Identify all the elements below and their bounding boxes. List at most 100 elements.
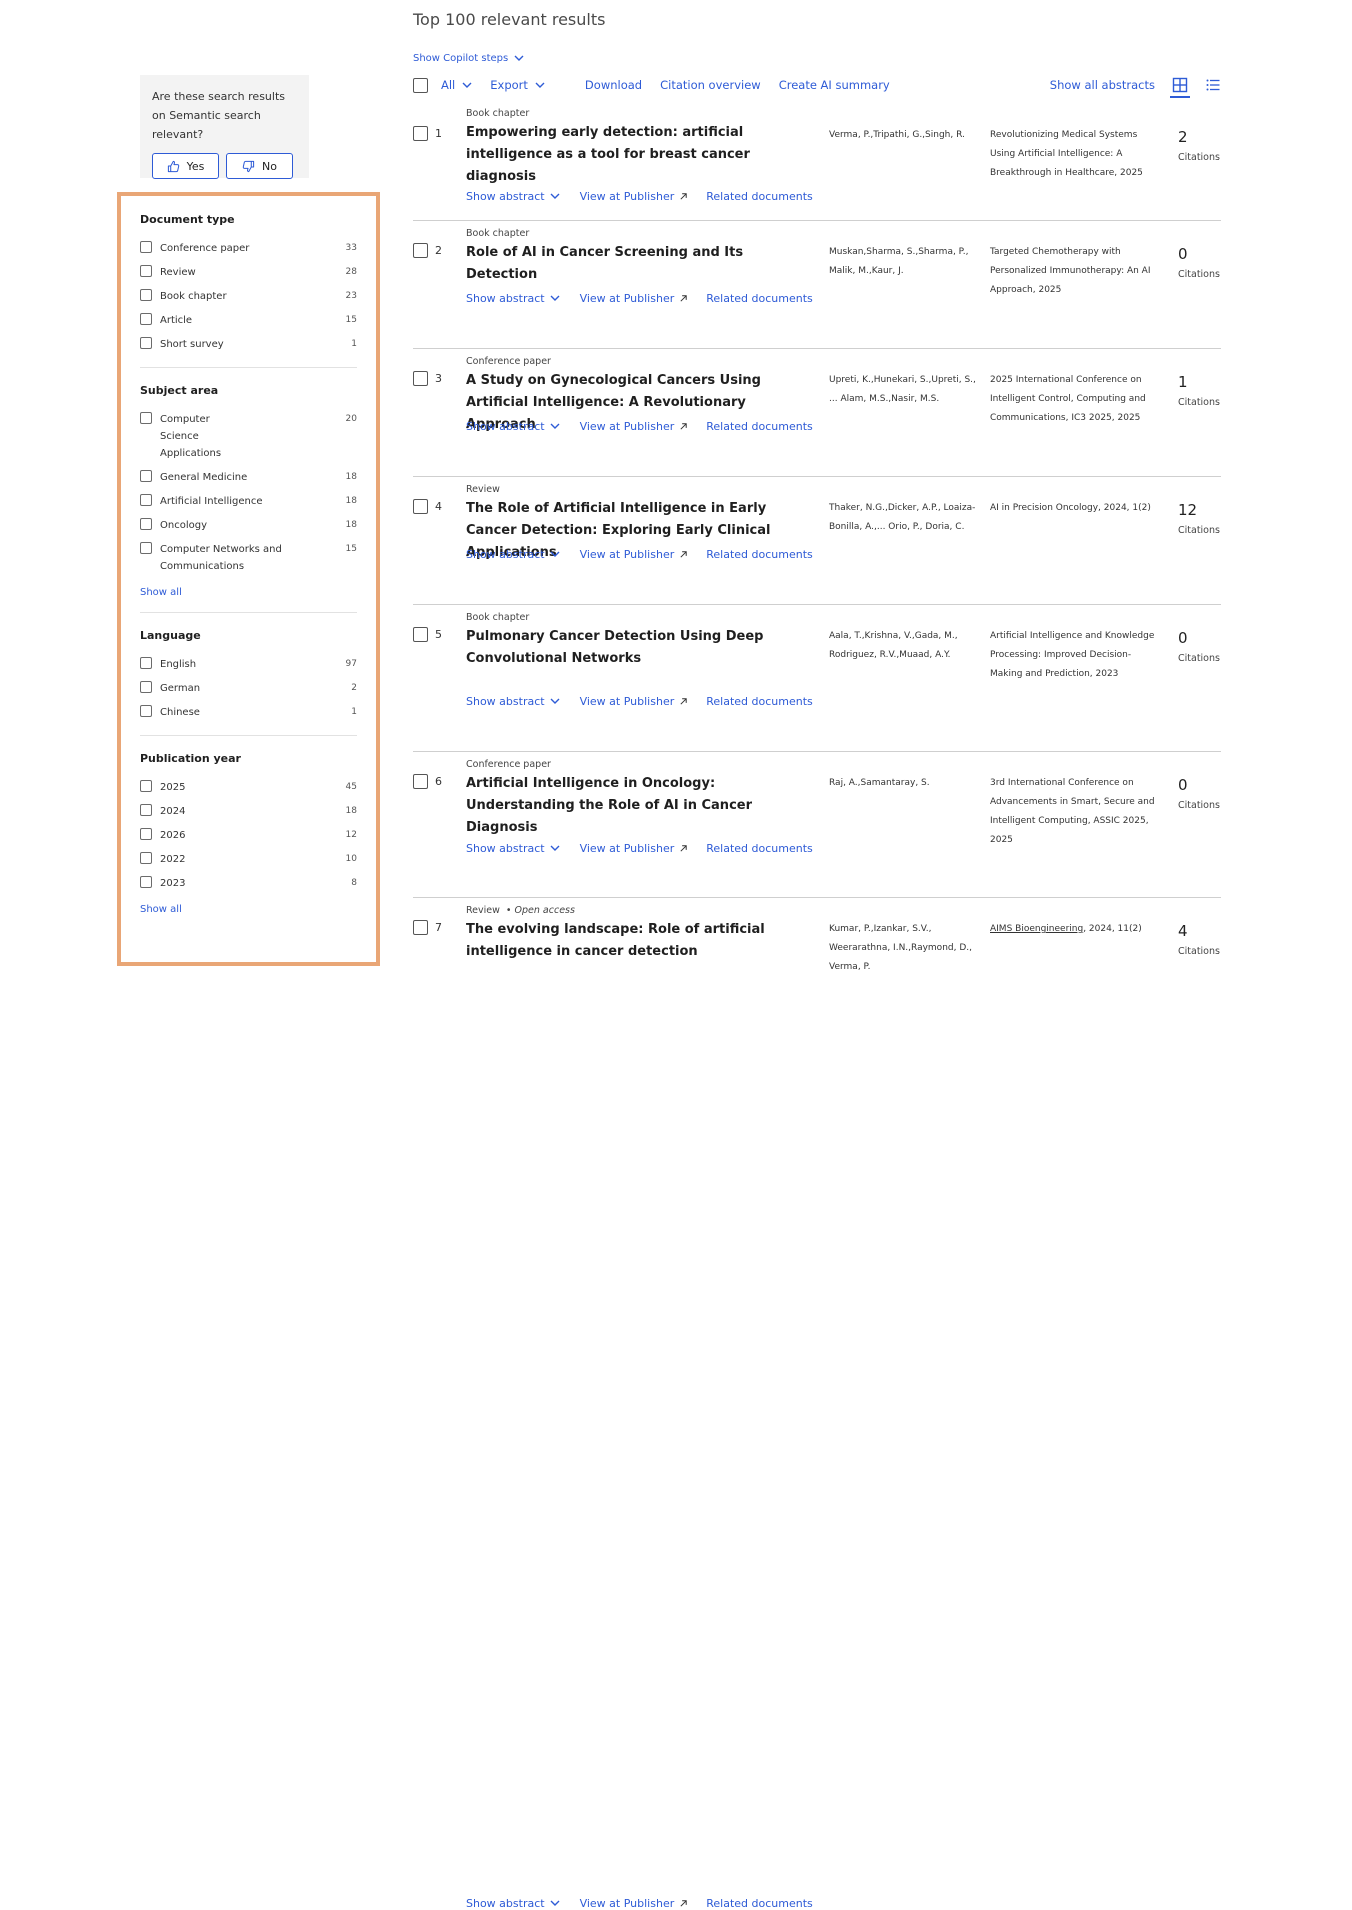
- result-checkbox[interactable]: [413, 126, 428, 141]
- show-abstract-toggle[interactable]: Show abstract: [466, 842, 560, 855]
- result-checkbox[interactable]: [413, 243, 428, 258]
- result-citations: 0 Citations: [1178, 776, 1220, 811]
- filter-checkbox[interactable]: [140, 780, 152, 792]
- related-documents-link[interactable]: Related documents: [706, 695, 813, 708]
- filter-checkbox[interactable]: [140, 494, 152, 506]
- result-authors[interactable]: Raj, A.,Samantaray, S.: [829, 774, 981, 793]
- result-title[interactable]: Empowering early detection: artificial i…: [466, 122, 811, 188]
- filter-section-language: Language English 97 German 2 Chinese 1: [140, 629, 357, 721]
- filter-option-count: 15: [345, 544, 357, 554]
- filter-checkbox[interactable]: [140, 852, 152, 864]
- result-checkbox[interactable]: [413, 920, 428, 935]
- filter-checkbox[interactable]: [140, 412, 152, 424]
- result-checkbox[interactable]: [413, 774, 428, 789]
- subject-area-show-all-link[interactable]: Show all: [140, 587, 357, 598]
- filter-checkbox[interactable]: [140, 681, 152, 693]
- select-all-label: All: [441, 78, 456, 92]
- result-checkbox[interactable]: [413, 627, 428, 642]
- filter-option[interactable]: Oncology 18: [140, 517, 357, 534]
- filter-checkbox[interactable]: [140, 804, 152, 816]
- show-copilot-steps-toggle[interactable]: Show Copilot steps: [413, 53, 524, 64]
- view-at-publisher-link[interactable]: View at Publisher: [580, 1897, 689, 1910]
- filter-option[interactable]: Computer Networks and Communications 15: [140, 541, 357, 575]
- filter-checkbox[interactable]: [140, 705, 152, 717]
- related-documents-link[interactable]: Related documents: [706, 548, 813, 561]
- filter-checkbox[interactable]: [140, 289, 152, 301]
- filter-option[interactable]: 2022 10: [140, 851, 357, 868]
- download-link[interactable]: Download: [585, 78, 642, 92]
- related-documents-link[interactable]: Related documents: [706, 842, 813, 855]
- filter-checkbox[interactable]: [140, 657, 152, 669]
- citation-overview-link[interactable]: Citation overview: [660, 78, 761, 92]
- show-abstract-toggle[interactable]: Show abstract: [466, 190, 560, 203]
- filter-option[interactable]: Short survey 1: [140, 336, 357, 353]
- filter-checkbox[interactable]: [140, 542, 152, 554]
- show-abstract-toggle[interactable]: Show abstract: [466, 292, 560, 305]
- filter-option[interactable]: Article 15: [140, 312, 357, 329]
- result-citations: 2 Citations: [1178, 128, 1220, 163]
- view-at-publisher-link[interactable]: View at Publisher: [580, 842, 689, 855]
- select-all-checkbox[interactable]: [413, 77, 428, 93]
- view-at-publisher-link[interactable]: View at Publisher: [580, 695, 689, 708]
- show-all-abstracts-link[interactable]: Show all abstracts: [1050, 78, 1155, 92]
- list-view-button[interactable]: [1205, 77, 1221, 93]
- related-documents-link[interactable]: Related documents: [706, 190, 813, 203]
- filter-option[interactable]: 2024 18: [140, 803, 357, 820]
- show-abstract-toggle[interactable]: Show abstract: [466, 548, 560, 561]
- publication-year-show-all-link[interactable]: Show all: [140, 904, 357, 915]
- show-abstract-toggle[interactable]: Show abstract: [466, 420, 560, 433]
- filter-option[interactable]: General Medicine 18: [140, 469, 357, 486]
- filter-option[interactable]: Computer Science Applications 20: [140, 411, 357, 462]
- view-at-publisher-link[interactable]: View at Publisher: [580, 420, 689, 433]
- result-checkbox[interactable]: [413, 499, 428, 514]
- filter-option[interactable]: 2026 12: [140, 827, 357, 844]
- filter-checkbox[interactable]: [140, 241, 152, 253]
- filter-option[interactable]: Artificial Intelligence 18: [140, 493, 357, 510]
- result-title[interactable]: Role of AI in Cancer Screening and Its D…: [466, 242, 811, 286]
- feedback-no-button[interactable]: No: [226, 153, 293, 179]
- result-title[interactable]: Pulmonary Cancer Detection Using Deep Co…: [466, 626, 811, 670]
- result-authors[interactable]: Aala, T.,Krishna, V.,Gada, M., Rodriguez…: [829, 627, 981, 665]
- result-title[interactable]: The evolving landscape: Role of artifici…: [466, 919, 811, 963]
- source-link[interactable]: AIMS Bioengineering: [990, 924, 1083, 934]
- filter-option[interactable]: Conference paper 33: [140, 240, 357, 257]
- view-at-publisher-link[interactable]: View at Publisher: [580, 548, 689, 561]
- related-documents-link[interactable]: Related documents: [706, 420, 813, 433]
- result-title[interactable]: Artificial Intelligence in Oncology: Und…: [466, 773, 811, 839]
- filter-option[interactable]: Review 28: [140, 264, 357, 281]
- result-links: Show abstract View at Publisher Related …: [466, 1897, 813, 1910]
- filter-option[interactable]: 2023 8: [140, 875, 357, 892]
- filter-option[interactable]: 2025 45: [140, 779, 357, 796]
- filter-checkbox[interactable]: [140, 518, 152, 530]
- result-authors[interactable]: Thaker, N.G.,Dicker, A.P., Loaiza-Bonill…: [829, 499, 981, 537]
- filter-section-title: Language: [140, 629, 201, 642]
- export-dropdown[interactable]: Export: [490, 78, 545, 92]
- filter-checkbox[interactable]: [140, 313, 152, 325]
- citation-count: 1: [1178, 373, 1188, 391]
- result-authors[interactable]: Muskan,Sharma, S.,Sharma, P., Malik, M.,…: [829, 243, 981, 281]
- create-ai-summary-link[interactable]: Create AI summary: [779, 78, 890, 92]
- filter-option[interactable]: Book chapter 23: [140, 288, 357, 305]
- select-all-dropdown[interactable]: All: [441, 78, 472, 92]
- filter-option[interactable]: Chinese 1: [140, 704, 357, 721]
- filter-checkbox[interactable]: [140, 265, 152, 277]
- related-documents-link[interactable]: Related documents: [706, 1897, 813, 1910]
- grid-view-button[interactable]: [1170, 77, 1190, 98]
- result-checkbox[interactable]: [413, 371, 428, 386]
- result-authors[interactable]: Upreti, K.,Hunekari, S.,Upreti, S., ... …: [829, 371, 981, 409]
- show-abstract-toggle[interactable]: Show abstract: [466, 695, 560, 708]
- filter-option[interactable]: German 2: [140, 680, 357, 697]
- result-authors[interactable]: Kumar, P.,Izankar, S.V., Weerarathna, I.…: [829, 920, 981, 977]
- result-authors[interactable]: Verma, P.,Tripathi, G.,Singh, R.: [829, 126, 981, 145]
- filter-option-label: Chinese: [160, 707, 200, 718]
- filter-checkbox[interactable]: [140, 337, 152, 349]
- filter-option[interactable]: English 97: [140, 656, 357, 673]
- filter-checkbox[interactable]: [140, 876, 152, 888]
- show-abstract-toggle[interactable]: Show abstract: [466, 1897, 560, 1910]
- filter-checkbox[interactable]: [140, 828, 152, 840]
- filter-checkbox[interactable]: [140, 470, 152, 482]
- view-at-publisher-link[interactable]: View at Publisher: [580, 190, 689, 203]
- related-documents-link[interactable]: Related documents: [706, 292, 813, 305]
- view-at-publisher-link[interactable]: View at Publisher: [580, 292, 689, 305]
- feedback-yes-button[interactable]: Yes: [152, 153, 219, 179]
